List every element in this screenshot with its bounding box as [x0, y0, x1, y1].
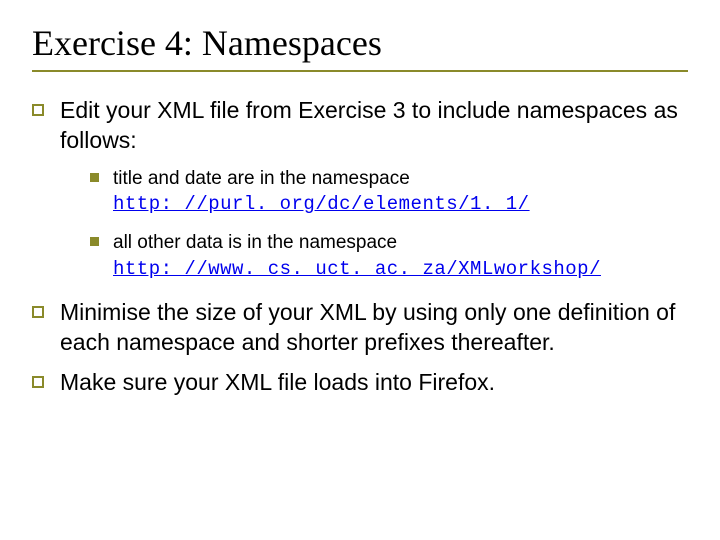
- bullet-text: Minimise the size of your XML by using o…: [60, 298, 688, 358]
- page-title: Exercise 4: Namespaces: [32, 22, 688, 72]
- list-item: all other data is in the namespace http:…: [90, 230, 688, 282]
- sub-text-part: title and date are in the namespace: [113, 168, 410, 189]
- bullet-text: Make sure your XML file loads into Firef…: [60, 368, 495, 398]
- square-bullet-icon: [32, 306, 44, 318]
- square-bullet-icon: [90, 237, 99, 246]
- square-bullet-icon: [90, 173, 99, 182]
- sub-list: title and date are in the namespace http…: [90, 166, 688, 283]
- namespace-link[interactable]: http: //www. cs. uct. ac. za/XMLworkshop…: [113, 258, 601, 280]
- list-item: Minimise the size of your XML by using o…: [32, 298, 688, 358]
- namespace-link[interactable]: http: //purl. org/dc/elements/1. 1/: [113, 193, 530, 215]
- sub-text-part: all other data is in the namespace: [113, 232, 397, 253]
- square-bullet-icon: [32, 376, 44, 388]
- list-item: title and date are in the namespace http…: [90, 166, 688, 218]
- sub-bullet-text: title and date are in the namespace http…: [113, 166, 530, 218]
- sub-bullet-text: all other data is in the namespace http:…: [113, 230, 601, 282]
- square-bullet-icon: [32, 104, 44, 116]
- bullet-text: Edit your XML file from Exercise 3 to in…: [60, 96, 688, 156]
- list-item: Edit your XML file from Exercise 3 to in…: [32, 96, 688, 156]
- list-item: Make sure your XML file loads into Firef…: [32, 368, 688, 398]
